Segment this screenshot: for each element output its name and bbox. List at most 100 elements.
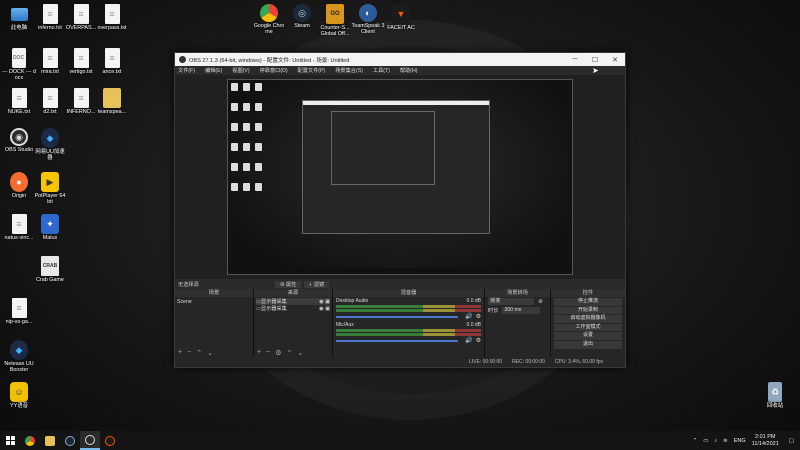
menu-item-2[interactable]: 视图(V) — [232, 67, 249, 74]
desktop-top-icon-1[interactable]: ◎ Steam — [285, 4, 319, 29]
preview-mini-icon — [255, 83, 262, 91]
volume-slider[interactable] — [336, 339, 459, 342]
text-file-icon: ≡ — [42, 48, 58, 68]
source-settings-icon[interactable]: ⚙ — [275, 349, 281, 357]
move-down-icon[interactable]: ⌄ — [207, 349, 213, 357]
control-button-5[interactable]: 退出 — [554, 340, 622, 349]
steam-icon — [65, 435, 75, 446]
volume-slider-row: 🔊 ⚙ — [336, 337, 481, 344]
desktop-icon-9[interactable]: ≡ d2.txt — [33, 88, 67, 115]
desktop-icon-20[interactable]: ◆ Netease UU Booster — [2, 340, 36, 374]
move-up-icon[interactable]: ⌃ — [196, 349, 202, 357]
desktop-icon-18[interactable]: CRAB Crab Game — [33, 256, 67, 283]
mouse-cursor: ➤ — [592, 66, 599, 75]
desktop-icon-15[interactable]: ▶ PotPlayer 64 bit — [33, 172, 67, 206]
duration-input[interactable]: 300 ms — [502, 307, 541, 314]
scene-item[interactable]: Scene — [177, 298, 251, 305]
desktop-icon-12[interactable]: ◉ OBS Studio — [2, 128, 36, 153]
menu-item-0[interactable]: 文件(F) — [178, 67, 195, 74]
desktop-icon-4[interactable]: DOC --- DOCK --- docx — [2, 48, 36, 82]
menu-item-5[interactable]: 场景集合(S) — [335, 67, 363, 74]
transition-settings-icon[interactable]: ⚙ — [538, 299, 543, 305]
speaker-icon[interactable]: 🔊 — [465, 337, 472, 344]
desktop-icon-5[interactable]: ≡ mira.txt — [33, 48, 67, 75]
desktop-icon-3[interactable]: ≡ overpass.txt — [95, 4, 129, 31]
taskbar-chrome[interactable] — [20, 431, 40, 450]
desktop-icon-16[interactable]: ≡ natus-vinc... — [2, 214, 36, 241]
desktop-icon-11[interactable]: teamspea... — [95, 88, 129, 115]
taskbar-steam[interactable] — [60, 431, 80, 450]
gear-icon[interactable]: ⚙ — [476, 313, 481, 320]
text-file-icon: ≡ — [42, 4, 58, 24]
desktop-top-icon-2[interactable]: GO Counter-S... Global Off... — [318, 4, 352, 38]
menu-item-3[interactable]: 停靠窗口(D) — [260, 67, 288, 74]
menu-item-4[interactable]: 配置文件(P) — [298, 67, 326, 74]
desktop-top-icon-4[interactable]: ▼ FACEIT AC — [384, 4, 418, 31]
source-down-icon[interactable]: ⌄ — [297, 349, 303, 357]
desktop-icon-6[interactable]: ≡ vertigo.txt — [64, 48, 98, 75]
recycle-bin[interactable]: ♻ 回收站 — [758, 382, 792, 409]
start-button[interactable] — [0, 431, 20, 450]
add-source-icon[interactable]: + — [257, 349, 261, 356]
properties-button[interactable]: ⚙ 属性 — [274, 280, 302, 288]
yy-icon: ☺ — [10, 382, 28, 402]
volume-meter — [336, 305, 481, 308]
control-button-2[interactable]: 启动虚拟摄像机 — [554, 315, 622, 323]
pc-icon — [10, 8, 28, 21]
desktop-icon-13[interactable]: ◆ 网易UU加速器 — [33, 128, 67, 162]
desktop-icon-21[interactable]: ☺ YY语音 — [2, 382, 36, 409]
notification-icon[interactable]: ▢ — [789, 438, 794, 444]
taskbar-explorer[interactable] — [40, 431, 60, 450]
sources-dock-header: 来源 — [254, 289, 332, 297]
control-button-3[interactable]: 工作室模式 — [554, 323, 622, 332]
mixer-track-level: 0.0 dB — [466, 322, 481, 328]
obs-statusbar: LIVE: 00:00:00 REC: 00:00:00 CPU: 3.4%, … — [175, 357, 625, 367]
taskbar-faceit[interactable] — [100, 431, 120, 450]
control-button-0[interactable]: 停止推流 — [554, 298, 622, 306]
tray-wifi-icon[interactable]: ≋ — [723, 438, 728, 444]
remove-source-icon[interactable]: − — [266, 349, 270, 356]
menu-item-7[interactable]: 帮助(H) — [400, 67, 418, 74]
transition-type-select[interactable]: 渐变 — [488, 298, 534, 305]
visibility-lock-icons[interactable]: ◉ ▣ — [319, 299, 330, 305]
menu-item-6[interactable]: 工具(T) — [373, 67, 390, 74]
remove-scene-icon[interactable]: − — [187, 349, 191, 356]
desktop-top-icon-3[interactable]: ◐ TeamSpeak 3 Client — [351, 4, 385, 36]
desktop-icon-label: 网易UU加速器 — [35, 149, 65, 162]
desktop-icon-14[interactable]: ● Origin — [2, 172, 36, 199]
filters-button[interactable]: ◐ 滤镜 — [304, 280, 330, 288]
taskbar-obs[interactable] — [80, 431, 100, 450]
desktop-icon-7[interactable]: ≡ ance.txt — [95, 48, 129, 75]
desktop-icon-1[interactable]: ≡ inferno.txt — [33, 4, 67, 31]
source-list: ▭ 显示器采集 ◉ ▣ ▭ 显示器采集 ◉ ▣ — [254, 297, 332, 313]
taskbar-clock[interactable]: 2:01 PM 11/14/2021 — [752, 434, 779, 447]
control-button-1[interactable]: 开始录制 — [554, 306, 622, 315]
tray-network-icon[interactable]: ▭ — [703, 438, 708, 444]
close-button[interactable]: ✕ — [605, 56, 625, 64]
desktop-icon-0[interactable]: 此电脑 — [2, 4, 36, 31]
desktop-icon-10[interactable]: ≡ INFERNO... — [64, 88, 98, 115]
input-language[interactable]: ENG — [734, 438, 746, 444]
gear-icon[interactable]: ⚙ — [476, 337, 481, 344]
source-item[interactable]: ▭ 显示器采集 ◉ ▣ — [256, 305, 330, 313]
desktop-top-icon-0[interactable]: Google Chrome — [252, 4, 286, 36]
desktop-icon-2[interactable]: ≡ OVERPAS... — [64, 4, 98, 31]
tray-chevron-icon[interactable]: ⌃ — [693, 438, 698, 444]
visibility-lock-icons[interactable]: ◉ ▣ — [319, 306, 330, 312]
desktop-icon-17[interactable]: ✦ Malus — [33, 214, 67, 241]
tray-volume-icon[interactable]: ♪ — [714, 438, 717, 444]
add-scene-icon[interactable]: + — [178, 349, 182, 356]
desktop-icon-19[interactable]: ≡ nip-vs-ga... — [2, 298, 36, 325]
recycle-bin-label: 回收站 — [766, 403, 784, 409]
minimize-button[interactable]: ─ — [565, 56, 585, 63]
obs-titlebar[interactable]: OBS 27.1.3 (64-bit, windows) - 配置文件: Unt… — [175, 53, 625, 66]
preview-canvas[interactable] — [227, 79, 573, 275]
menu-item-1[interactable]: 编辑(E) — [205, 67, 222, 74]
maximize-button[interactable]: ☐ — [585, 56, 605, 64]
volume-slider[interactable] — [336, 315, 459, 318]
desktop-icon-8[interactable]: ≡ NUKE.txt — [2, 88, 36, 115]
source-item[interactable]: ▭ 显示器采集 ◉ ▣ — [256, 298, 330, 305]
control-button-4[interactable]: 设置 — [554, 332, 622, 340]
speaker-icon[interactable]: 🔊 — [465, 313, 472, 320]
source-up-icon[interactable]: ⌃ — [286, 349, 292, 357]
